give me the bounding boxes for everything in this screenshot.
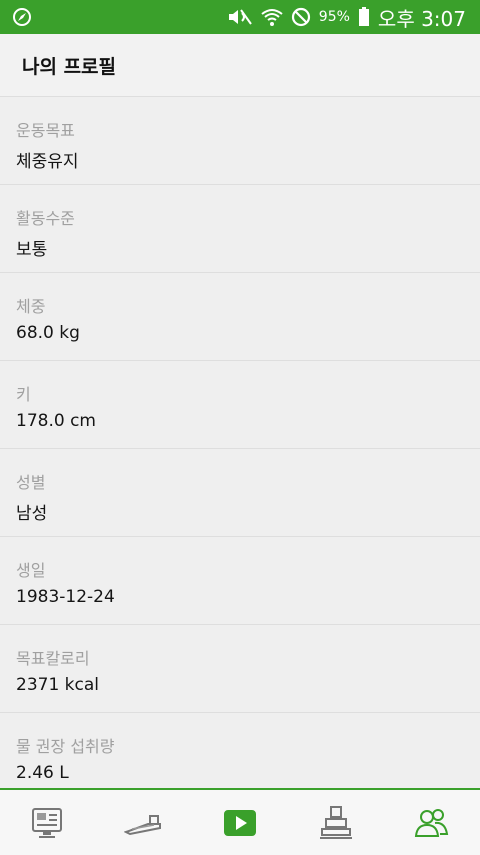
profile-item-birthday[interactable]: 생일 1983-12-24 bbox=[0, 537, 480, 625]
profile-item-activity-level[interactable]: 활동수준 보통 bbox=[0, 185, 480, 273]
item-value: 남성 bbox=[16, 504, 48, 524]
nav-trophy[interactable] bbox=[306, 799, 366, 847]
nav-play[interactable] bbox=[210, 799, 270, 847]
bottom-nav bbox=[0, 788, 480, 855]
profile-item-target-calories[interactable]: 목표칼로리 2371 kcal bbox=[0, 625, 480, 713]
nav-monitor[interactable] bbox=[18, 799, 78, 847]
item-label: 체중 bbox=[16, 297, 46, 316]
item-label: 운동목표 bbox=[16, 121, 75, 140]
clock: 오후 3:07 bbox=[377, 6, 466, 31]
profile-list: 운동목표 체중유지 활동수준 보통 체중 68.0 kg 키 178.0 cm … bbox=[0, 97, 480, 801]
battery-icon bbox=[358, 7, 369, 26]
item-value: 보통 bbox=[16, 240, 48, 260]
trophy-icon bbox=[320, 805, 352, 839]
status-bar: 95% 오후 3:07 bbox=[0, 0, 480, 34]
item-value: 2.46 L bbox=[16, 763, 69, 783]
item-label: 활동수준 bbox=[16, 209, 75, 228]
profile-item-weight[interactable]: 체중 68.0 kg bbox=[0, 273, 480, 361]
page-header: 나의 프로필 bbox=[0, 34, 480, 97]
item-label: 성별 bbox=[16, 473, 46, 492]
page-title: 나의 프로필 bbox=[22, 56, 117, 78]
play-icon bbox=[224, 809, 256, 836]
profile-item-exercise-goal[interactable]: 운동목표 체중유지 bbox=[0, 97, 480, 185]
item-value: 2371 kcal bbox=[16, 675, 99, 695]
do-not-disturb-icon bbox=[291, 7, 310, 27]
profile-item-gender[interactable]: 성별 남성 bbox=[0, 449, 480, 537]
nav-profile[interactable] bbox=[402, 799, 462, 847]
nav-treadmill[interactable] bbox=[114, 799, 174, 847]
profile-item-height[interactable]: 키 178.0 cm bbox=[0, 361, 480, 449]
treadmill-icon bbox=[124, 814, 161, 835]
profile-users-icon bbox=[414, 808, 449, 837]
battery-percent: 95% bbox=[318, 9, 350, 25]
item-label: 키 bbox=[16, 385, 31, 404]
monitor-icon bbox=[32, 807, 62, 838]
mute-icon bbox=[228, 9, 252, 25]
item-label: 생일 bbox=[16, 561, 46, 580]
compass-icon bbox=[13, 8, 31, 26]
item-label: 목표칼로리 bbox=[16, 649, 90, 668]
item-value: 체중유지 bbox=[16, 152, 79, 172]
item-label: 물 권장 섭취량 bbox=[16, 737, 115, 756]
wifi-icon bbox=[261, 9, 283, 26]
item-value: 68.0 kg bbox=[16, 323, 80, 343]
item-value: 1983-12-24 bbox=[16, 587, 115, 607]
item-value: 178.0 cm bbox=[16, 411, 96, 431]
